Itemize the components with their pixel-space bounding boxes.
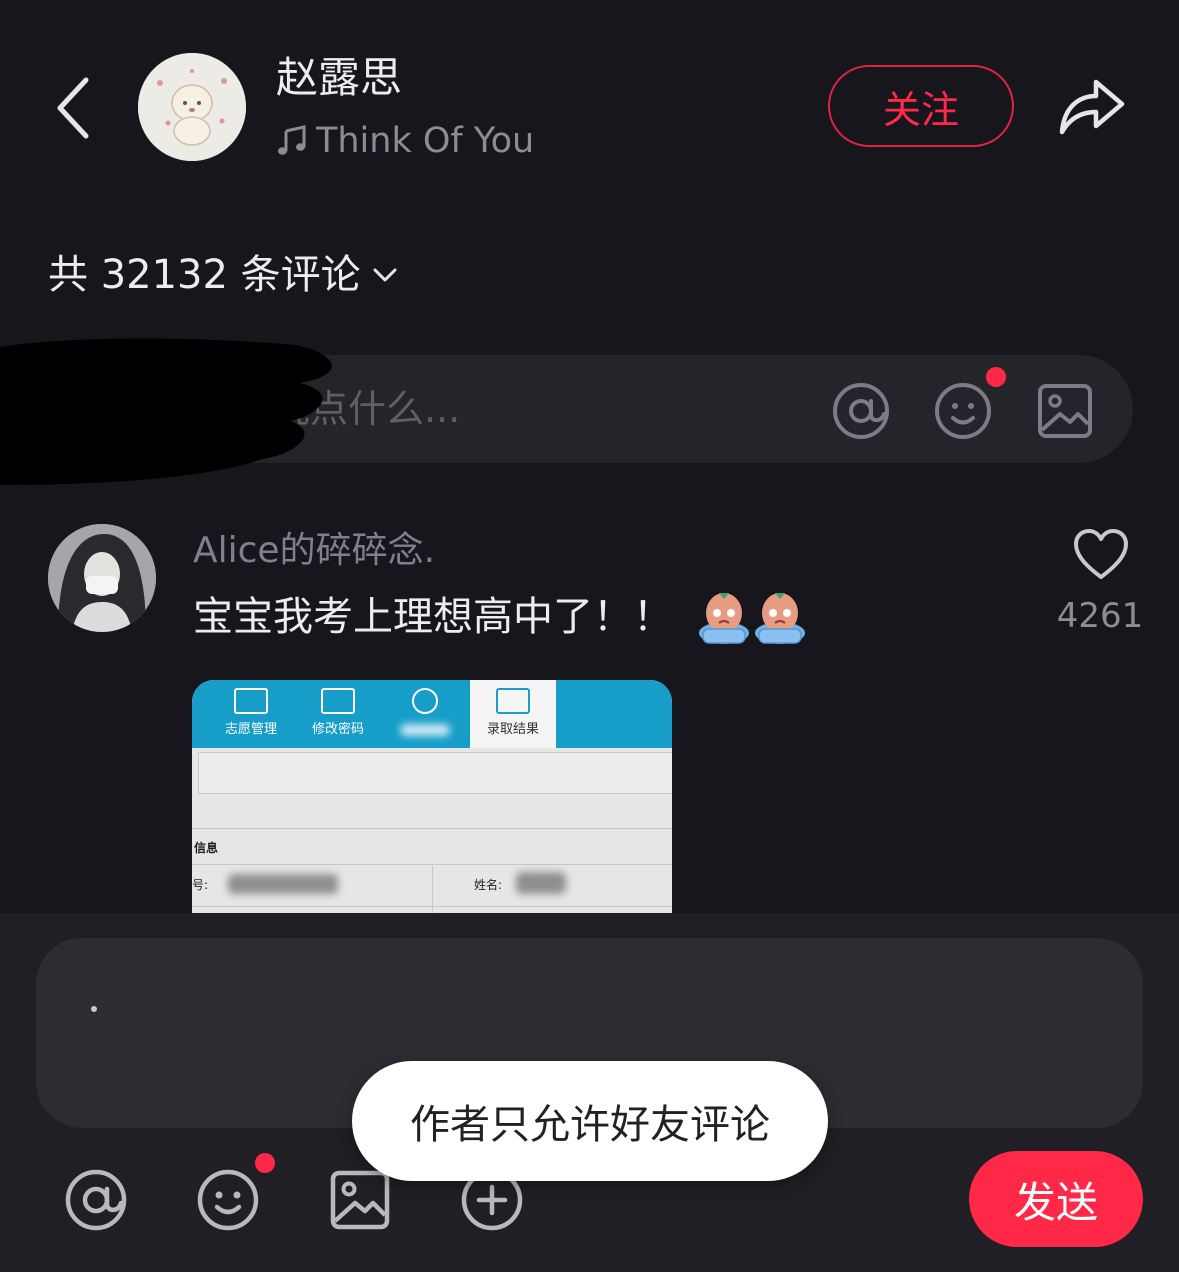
image-divider bbox=[192, 864, 672, 865]
comment-body: 宝宝我考上理想高中了！！ bbox=[193, 594, 673, 640]
notification-dot bbox=[255, 1153, 275, 1173]
toast-message: 作者只允许好友评论 bbox=[352, 1061, 828, 1181]
like-button[interactable] bbox=[1072, 527, 1130, 581]
image-tabbar: 志愿管理 修改密码 录取结果 bbox=[192, 680, 672, 748]
image-icon bbox=[1038, 384, 1092, 438]
smiley-icon bbox=[935, 383, 991, 439]
composer-emoji-button[interactable] bbox=[195, 1167, 261, 1233]
image-tab-label: 录取结果 bbox=[486, 722, 539, 737]
image-tab: 志愿管理 bbox=[208, 680, 294, 748]
image-tab bbox=[382, 680, 468, 748]
back-button[interactable] bbox=[52, 72, 100, 144]
comment-image[interactable]: 志愿管理 修改密码 录取结果 信息 号: 姓名: bbox=[192, 680, 672, 914]
newspaper-icon bbox=[496, 688, 530, 714]
at-sign-icon bbox=[65, 1169, 127, 1231]
blurred-tab-label bbox=[400, 724, 450, 736]
image-tab-label: 修改密码 bbox=[311, 722, 364, 737]
globe-icon bbox=[412, 688, 438, 714]
id-card-icon bbox=[234, 688, 268, 714]
redaction-scribble bbox=[0, 338, 332, 485]
image-section-label: 信息 bbox=[194, 841, 219, 855]
id-card-icon bbox=[321, 688, 355, 714]
blurred-field-value bbox=[228, 874, 338, 894]
heart-icon bbox=[1074, 529, 1128, 579]
like-count: 4261 bbox=[1056, 596, 1144, 636]
comment-text: 宝宝我考上理想高中了！！ bbox=[193, 588, 807, 646]
image-field-label: 姓名: bbox=[474, 878, 503, 892]
smiley-icon bbox=[197, 1169, 259, 1231]
song-info[interactable]: Think Of You bbox=[276, 118, 534, 164]
commenter-username[interactable]: Alice的碎碎念. bbox=[193, 524, 435, 578]
emoji-button[interactable] bbox=[932, 380, 994, 442]
image-tab: 修改密码 bbox=[295, 680, 381, 748]
music-note-icon bbox=[278, 125, 306, 155]
image-field-box bbox=[198, 752, 672, 794]
share-button[interactable] bbox=[1056, 72, 1128, 138]
author-name[interactable]: 赵露思 bbox=[276, 48, 402, 108]
image-field-label: 号: bbox=[192, 878, 209, 892]
notification-dot bbox=[986, 367, 1006, 387]
user-photo-icon bbox=[48, 524, 156, 632]
image-tab-label: 志愿管理 bbox=[224, 722, 277, 737]
send-button[interactable]: 发送 bbox=[969, 1151, 1143, 1247]
image-button[interactable] bbox=[1034, 380, 1096, 442]
blurred-field-value bbox=[516, 872, 566, 894]
comment-count-label: 共 32132 条评论 bbox=[48, 252, 361, 298]
commenter-avatar[interactable] bbox=[48, 524, 156, 632]
puppy-avatar-icon bbox=[138, 53, 246, 161]
author-avatar[interactable] bbox=[138, 53, 246, 161]
mention-button[interactable] bbox=[830, 380, 892, 442]
at-sign-icon bbox=[833, 383, 889, 439]
share-arrow-icon bbox=[1059, 79, 1125, 135]
image-divider bbox=[192, 906, 672, 907]
chevron-down-icon bbox=[373, 268, 397, 282]
image-tab-active: 录取结果 bbox=[470, 680, 556, 748]
follow-button[interactable]: 关注 bbox=[828, 65, 1014, 147]
composer-image-button[interactable] bbox=[327, 1167, 393, 1233]
composer-value bbox=[91, 1006, 97, 1012]
song-title: Think Of You bbox=[316, 121, 535, 161]
image-divider bbox=[192, 828, 672, 829]
composer-mention-button[interactable] bbox=[63, 1167, 129, 1233]
chevron-left-icon bbox=[57, 77, 89, 139]
crying-sticker-icon bbox=[699, 593, 805, 644]
image-icon bbox=[330, 1170, 390, 1230]
comment-count-sort[interactable]: 共 32132 条评论 bbox=[48, 246, 399, 304]
